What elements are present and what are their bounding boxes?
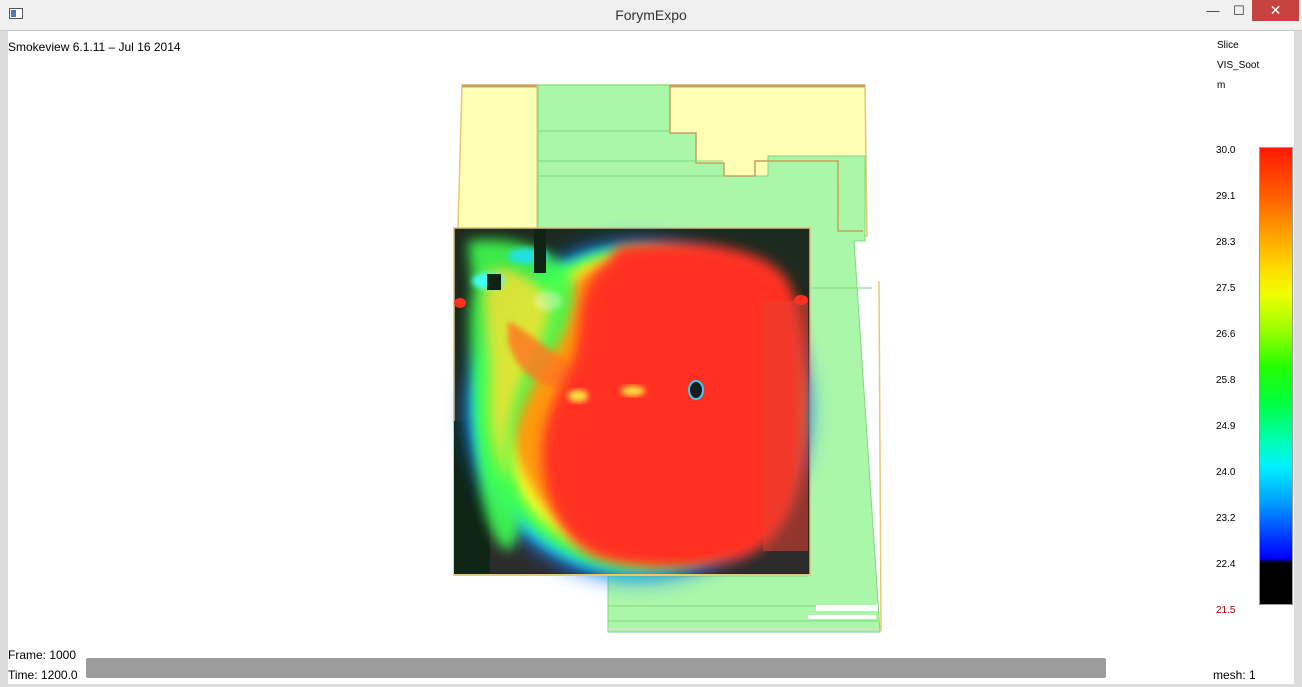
smoke-scene[interactable] bbox=[8, 31, 1294, 684]
time-slider[interactable] bbox=[86, 658, 1106, 678]
colorbar-tick: 27.5 bbox=[1216, 283, 1236, 294]
time-label: Time: 1200.0 bbox=[8, 668, 78, 682]
slice-contour bbox=[454, 229, 810, 581]
colorbar-quantity: VIS_Soot bbox=[1217, 60, 1260, 71]
maximize-icon[interactable]: ☐ bbox=[1225, 0, 1253, 21]
colorbar bbox=[1259, 147, 1293, 605]
colorbar-tick: 24.9 bbox=[1216, 421, 1236, 432]
colorbar-tick: 28.3 bbox=[1216, 237, 1236, 248]
colorbar-tick-min: 21.5 bbox=[1216, 605, 1236, 616]
frame-label: Frame: 1000 bbox=[8, 648, 77, 662]
window-title: ForymExpo bbox=[615, 7, 687, 23]
colorbar-tick: 29.1 bbox=[1216, 191, 1236, 202]
colorbar-tick: 22.4 bbox=[1216, 559, 1236, 570]
colorbar-tick: 26.6 bbox=[1216, 329, 1236, 340]
mesh-label: mesh: 1 bbox=[1213, 668, 1256, 682]
colorbar-title: Slice bbox=[1217, 40, 1239, 51]
colorbar-tick: 23.2 bbox=[1216, 513, 1236, 524]
title-bar: ForymExpo — ☐ ✕ bbox=[0, 0, 1302, 31]
render-viewport[interactable]: Smokeview 6.1.11 – Jul 16 2014 Slice VIS… bbox=[8, 31, 1294, 684]
colorbar-tick: 24.0 bbox=[1216, 467, 1236, 478]
colorbar-tick: 30.0 bbox=[1216, 145, 1236, 156]
close-icon[interactable]: ✕ bbox=[1252, 0, 1299, 21]
colorbar-unit: m bbox=[1217, 80, 1226, 91]
minimize-icon[interactable]: — bbox=[1199, 0, 1227, 21]
colorbar-tick: 25.8 bbox=[1216, 375, 1236, 386]
